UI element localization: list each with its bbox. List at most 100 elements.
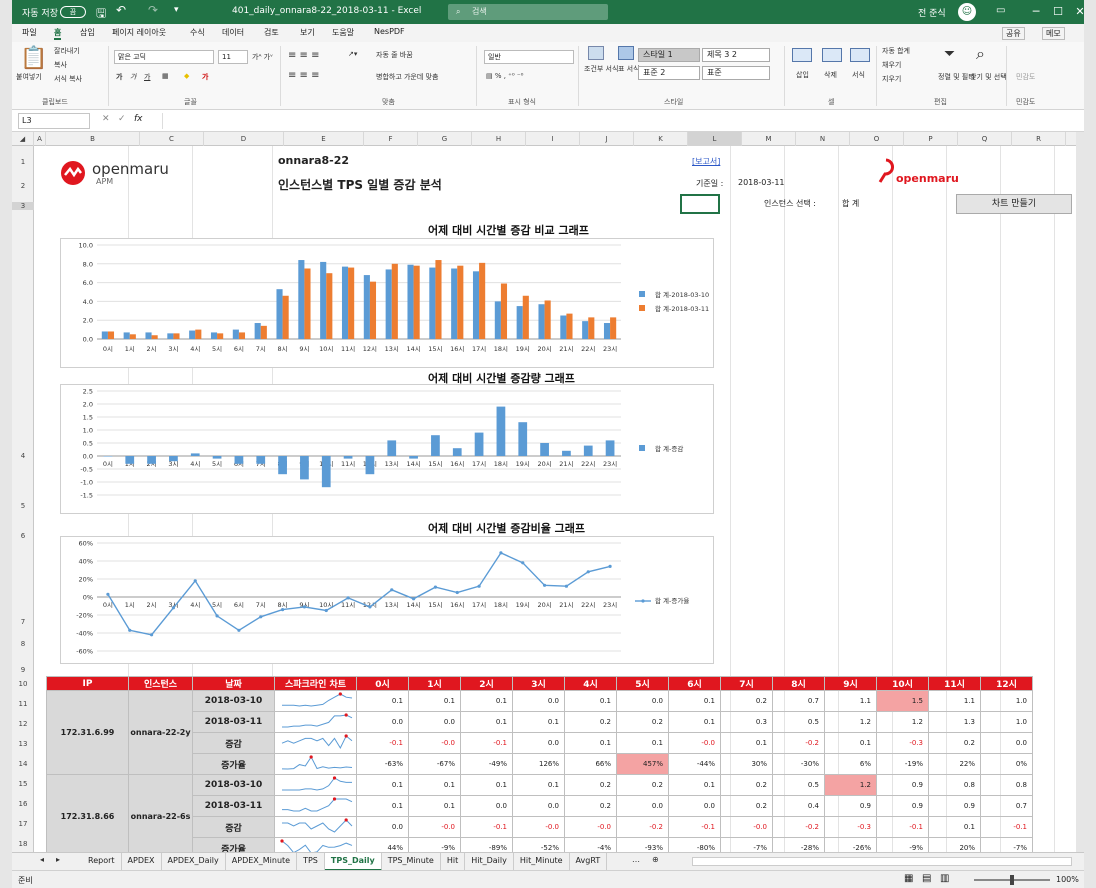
row-label-cell[interactable]: 2018-03-10 xyxy=(192,774,275,796)
table-cell[interactable]: 1.1 xyxy=(928,690,981,712)
table-cell[interactable]: 0.1 xyxy=(564,690,617,712)
table-header-cell[interactable]: 3시 xyxy=(512,676,565,691)
more-tabs-icon[interactable]: … xyxy=(632,855,640,864)
ratio-chart[interactable]: -60% -40% -20% 0% 20% 40% 60% 0시 1시 2시 3시 4시 5시 6시 7시 8… xyxy=(60,536,714,664)
row-label-cell[interactable]: 2018-03-11 xyxy=(192,711,275,733)
tab-help[interactable]: 도움말 xyxy=(332,27,354,38)
sheet-tab[interactable]: APDEX_Daily xyxy=(162,853,226,871)
column-header[interactable]: F xyxy=(364,132,418,146)
table-cell[interactable]: 0.0 xyxy=(512,690,565,712)
table-cell[interactable]: 0.3 xyxy=(720,711,773,733)
table-cell[interactable]: 0.1 xyxy=(668,711,721,733)
table-cell[interactable]: -0.2 xyxy=(616,816,669,838)
formula-input[interactable] xyxy=(162,113,1074,129)
tab-nespdf[interactable]: NesPDF xyxy=(374,27,405,36)
row-label-cell[interactable]: 2018-03-10 xyxy=(192,690,275,712)
row-header[interactable]: 15 xyxy=(12,780,34,788)
tab-review[interactable]: 검토 xyxy=(264,27,279,38)
table-cell[interactable]: 0.5 xyxy=(772,711,825,733)
table-cell[interactable]: 1.2 xyxy=(824,711,877,733)
table-cell[interactable]: -67% xyxy=(408,753,461,775)
table-cell[interactable]: -49% xyxy=(460,753,513,775)
column-header[interactable]: K xyxy=(634,132,688,146)
table-cell[interactable]: 0.1 xyxy=(460,774,513,796)
paste-icon[interactable]: 📋 xyxy=(20,46,47,71)
sparkline-cell[interactable] xyxy=(274,774,357,796)
table-cell[interactable]: -4% xyxy=(564,837,617,852)
table-cell[interactable]: 66% xyxy=(564,753,617,775)
redo-icon[interactable]: ↷ xyxy=(148,3,158,17)
row-label-cell[interactable]: 증가율 xyxy=(192,837,275,852)
ip-cell[interactable]: 172.31.8.66 xyxy=(46,774,129,852)
font-size-select[interactable]: 11 xyxy=(218,50,248,64)
row-header[interactable]: 9 xyxy=(12,666,34,674)
sensitivity-button[interactable]: 민감도 xyxy=(1016,72,1035,82)
table-cell[interactable]: -0.0 xyxy=(408,816,461,838)
format-cells-icon[interactable] xyxy=(850,48,870,62)
insert-cells-icon[interactable] xyxy=(792,48,812,62)
table-cell[interactable]: 20% xyxy=(928,837,981,852)
add-sheet-icon[interactable]: ⊕ xyxy=(652,855,659,864)
table-cell[interactable]: 1.1 xyxy=(824,690,877,712)
autosum-button[interactable]: 자동 합계 xyxy=(882,46,910,56)
table-cell[interactable]: 1.3 xyxy=(928,711,981,733)
table-cell[interactable]: 0.2 xyxy=(564,774,617,796)
delete-cells-icon[interactable] xyxy=(822,48,842,62)
tab-view[interactable]: 보기 xyxy=(300,27,315,38)
sparkline-cell[interactable] xyxy=(274,816,357,838)
close-button[interactable]: ✕ xyxy=(1064,0,1096,24)
table-cell[interactable]: 0.2 xyxy=(564,795,617,817)
table-cell[interactable]: 0.0 xyxy=(512,795,565,817)
table-cell[interactable]: 0.0 xyxy=(460,795,513,817)
style-normal-2[interactable]: 표준 2 xyxy=(638,66,700,80)
table-header-cell[interactable]: 4시 xyxy=(564,676,617,691)
column-header[interactable]: C xyxy=(140,132,204,146)
table-cell[interactable]: 0.1 xyxy=(668,774,721,796)
table-cell[interactable]: 0.9 xyxy=(824,795,877,817)
table-cell[interactable]: 126% xyxy=(512,753,565,775)
table-cell[interactable]: 0.1 xyxy=(356,690,409,712)
row-header[interactable]: 4 xyxy=(12,452,34,460)
table-cell[interactable]: -93% xyxy=(616,837,669,852)
table-cell[interactable]: -9% xyxy=(408,837,461,852)
table-cell[interactable]: -63% xyxy=(356,753,409,775)
row-header[interactable]: 10 xyxy=(12,680,34,688)
table-cell[interactable]: 0.9 xyxy=(928,795,981,817)
table-cell[interactable]: 0.1 xyxy=(408,690,461,712)
instance-cell[interactable]: onnara-22-6s xyxy=(128,774,193,852)
table-cell[interactable]: -0.1 xyxy=(876,816,929,838)
table-cell[interactable]: -0.2 xyxy=(772,816,825,838)
sort-filter-icon[interactable]: ⏷ xyxy=(944,46,955,62)
merge-center-button[interactable]: 병합하고 가운데 맞춤 xyxy=(376,72,438,82)
bold-icon[interactable]: 가 xyxy=(116,72,122,82)
table-header-cell[interactable]: 스파크라인 차트 xyxy=(274,676,357,691)
save-icon[interactable]: 🖫 xyxy=(96,4,106,25)
align-top-icon[interactable]: ≡ ≡ ≡ xyxy=(288,50,320,61)
tab-scroll-left-icon[interactable]: ◂ xyxy=(40,855,44,864)
border-icon[interactable]: ▦ xyxy=(162,72,169,80)
sheet-tab[interactable]: Report xyxy=(82,853,122,871)
row-header[interactable]: 1 xyxy=(12,158,34,166)
table-cell[interactable]: 0.0 xyxy=(356,711,409,733)
row-header[interactable]: 8 xyxy=(12,640,34,648)
table-cell[interactable]: 0.1 xyxy=(928,816,981,838)
align-left-icon[interactable]: ≡ ≡ ≡ xyxy=(288,70,320,81)
clear-button[interactable]: 지우기 xyxy=(882,74,901,84)
font-color-icon[interactable]: 가 xyxy=(202,72,208,82)
table-cell[interactable]: 0.1 xyxy=(720,732,773,754)
comment-button[interactable]: 메모 xyxy=(1042,27,1065,40)
table-format-icon[interactable] xyxy=(618,46,634,60)
column-header[interactable]: N xyxy=(796,132,850,146)
enter-icon[interactable]: ✓ xyxy=(118,114,126,124)
row-header[interactable]: 18 xyxy=(12,840,34,848)
undo-icon[interactable]: ↶ xyxy=(116,3,126,17)
table-header-cell[interactable]: 8시 xyxy=(772,676,825,691)
style-normal[interactable]: 표준 xyxy=(702,66,770,80)
sheet-tab[interactable]: Hit xyxy=(441,853,466,871)
table-cell[interactable]: 0% xyxy=(980,753,1033,775)
table-cell[interactable]: -52% xyxy=(512,837,565,852)
format-as-table-button[interactable]: 표 서식 xyxy=(618,64,640,74)
tab-home[interactable]: 홈 xyxy=(54,27,62,40)
table-cell[interactable]: -7% xyxy=(720,837,773,852)
tab-file[interactable]: 파일 xyxy=(22,27,37,38)
